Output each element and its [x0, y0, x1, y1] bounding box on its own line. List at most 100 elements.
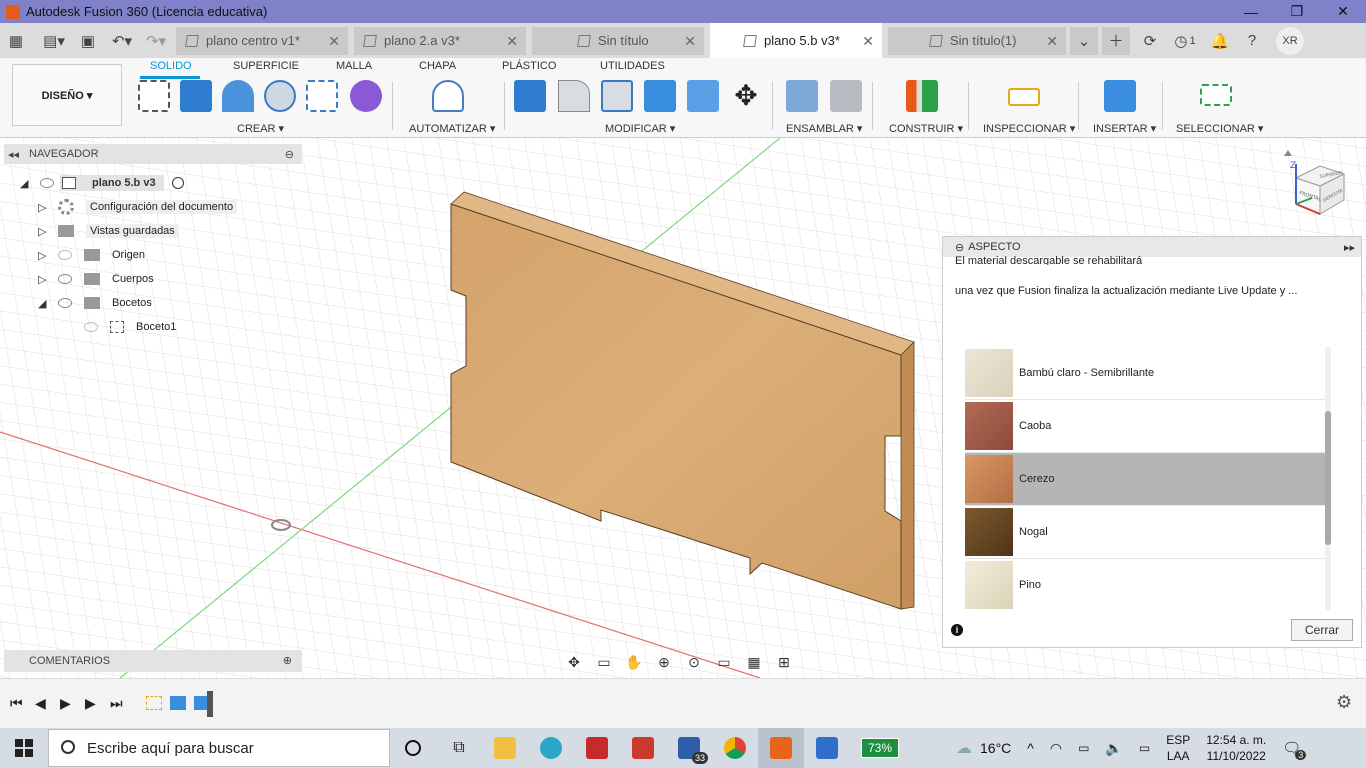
navigator-item-saved-views[interactable]: ▷ Vistas guardadas	[4, 219, 302, 243]
collapse-panel-icon[interactable]: ◂◂	[8, 148, 19, 161]
chrome-icon[interactable]	[712, 728, 758, 768]
close-window-button[interactable]: ✕	[1320, 0, 1366, 23]
material-item-bamboo[interactable]: Bambú claro - Semibrillante	[965, 347, 1325, 400]
file-menu-icon[interactable]: ▤▾	[40, 27, 68, 55]
press-pull-icon[interactable]	[514, 80, 546, 112]
hidden-eye-icon[interactable]	[58, 250, 72, 260]
material-item-walnut[interactable]: Nogal	[965, 506, 1325, 559]
mail-icon[interactable]: 33	[666, 728, 712, 768]
go-to-start-icon[interactable]: ⏮	[10, 695, 23, 712]
doc-tab[interactable]: Sin título ✕	[532, 26, 704, 55]
revolve-icon[interactable]	[222, 80, 254, 112]
doc-tab-active[interactable]: plano 5.b v3* ✕	[710, 23, 882, 58]
doc-tab[interactable]: plano centro v1* ✕	[176, 26, 348, 55]
extrude-icon[interactable]	[180, 80, 212, 112]
job-status-icon[interactable]: ◷ 1	[1166, 27, 1204, 55]
close-tab-icon[interactable]: ✕	[1046, 33, 1058, 50]
step-back-icon[interactable]: ◀	[35, 695, 46, 712]
joint-icon[interactable]	[830, 80, 862, 112]
view-cube[interactable]: Z SUPERIOR FRONTAL DERECHA	[1282, 148, 1354, 224]
create-sketch-icon[interactable]	[138, 80, 170, 112]
wifi-icon[interactable]: ◠	[1042, 740, 1070, 757]
viewports-icon[interactable]: ⊞	[772, 654, 796, 671]
edge-icon[interactable]	[528, 728, 574, 768]
file-explorer-icon[interactable]	[482, 728, 528, 768]
collapse-triangle-icon[interactable]: ◢	[20, 177, 34, 190]
new-tab-icon[interactable]: ＋	[1102, 26, 1130, 55]
acrobat-icon[interactable]	[620, 728, 666, 768]
close-tab-icon[interactable]: ✕	[862, 33, 874, 50]
cortana-icon[interactable]	[390, 728, 436, 768]
expand-panel-icon[interactable]: ▸▸	[1344, 241, 1355, 254]
material-item-mahogany[interactable]: Caoba	[965, 400, 1325, 453]
volume-icon[interactable]: 🔈	[1097, 740, 1130, 757]
minimize-panel-icon[interactable]: ⊖	[955, 241, 964, 254]
sync-icon[interactable]: ⟳	[1136, 27, 1164, 55]
insert-image-icon[interactable]	[1104, 80, 1136, 112]
group-automatizar[interactable]: AUTOMATIZAR ▾	[409, 122, 495, 135]
combine-icon[interactable]	[644, 80, 676, 112]
navigator-item-sketch1[interactable]: Boceto1	[4, 315, 302, 339]
form-icon[interactable]	[350, 80, 382, 112]
minimize-panel-icon[interactable]: ⊖	[285, 148, 294, 161]
timeline-marker[interactable]	[207, 691, 213, 717]
tab-chapa[interactable]: CHAPA	[419, 60, 456, 72]
pan-icon[interactable]: ✋	[622, 654, 646, 671]
help-icon[interactable]: ?	[1238, 27, 1266, 55]
visibility-eye-icon[interactable]	[58, 274, 72, 284]
office-reader-icon[interactable]	[574, 728, 620, 768]
fit-icon[interactable]: ⊙	[682, 654, 706, 671]
navigator-root-row[interactable]: ◢ plano 5.b v3	[4, 171, 302, 195]
navigator-item-origin[interactable]: ▷ Origen	[4, 243, 302, 267]
timeline-extrude-icon[interactable]	[170, 696, 186, 710]
save-icon[interactable]: ▣	[74, 27, 102, 55]
expand-triangle-icon[interactable]: ▷	[38, 273, 52, 286]
material-item-cherry[interactable]: Cerezo	[965, 453, 1325, 506]
maximize-button[interactable]: ❐	[1274, 0, 1320, 23]
home-icon[interactable]	[1284, 150, 1292, 156]
expand-triangle-icon[interactable]: ▷	[38, 201, 52, 214]
shell-icon[interactable]	[601, 80, 633, 112]
navigator-item-document-settings[interactable]: ▷ Configuración del documento	[4, 195, 302, 219]
undo-icon[interactable]: ↶▾	[108, 27, 136, 55]
expand-triangle-icon[interactable]: ▷	[38, 249, 52, 262]
measure-icon[interactable]	[1008, 88, 1040, 106]
new-component-icon[interactable]	[786, 80, 818, 112]
info-icon[interactable]: i	[951, 624, 963, 636]
minimize-button[interactable]: —	[1228, 0, 1274, 23]
look-at-icon[interactable]: ▭	[592, 654, 616, 671]
navigator-item-sketches[interactable]: ◢ Bocetos	[4, 291, 302, 315]
start-button[interactable]	[0, 728, 48, 768]
fusion360-taskbar-icon[interactable]	[758, 728, 804, 768]
tab-solido[interactable]: SOLIDO	[150, 60, 192, 72]
doc-tab[interactable]: Sin título(1) ✕	[888, 26, 1066, 55]
timeline-sketch-icon[interactable]	[146, 696, 162, 710]
collapse-triangle-icon[interactable]: ◢	[38, 297, 52, 310]
taskbar-search-box[interactable]: Escribe aquí para buscar	[48, 729, 390, 767]
weather-widget[interactable]: ☁ 16°C	[948, 738, 1019, 758]
fillet-icon[interactable]	[558, 80, 590, 112]
hole-icon[interactable]	[264, 80, 296, 112]
scrollbar-thumb[interactable]	[1325, 411, 1331, 545]
orbit-icon[interactable]: ✥	[562, 654, 586, 671]
visibility-eye-icon[interactable]	[40, 178, 54, 188]
material-item-pine[interactable]: Pino	[965, 559, 1325, 611]
redo-icon[interactable]: ↷▾	[142, 27, 170, 55]
group-ensamblar[interactable]: ENSAMBLAR ▾	[786, 122, 862, 135]
select-window-icon[interactable]	[1200, 84, 1232, 106]
tab-superficie[interactable]: SUPERFICIE	[233, 60, 299, 72]
expand-triangle-icon[interactable]: ▷	[38, 225, 52, 238]
tab-overflow-icon[interactable]: ⌄	[1070, 26, 1098, 55]
offset-plane-icon[interactable]	[906, 80, 938, 112]
close-tab-icon[interactable]: ✕	[684, 33, 696, 50]
go-to-end-icon[interactable]: ⏭	[110, 695, 123, 712]
battery-icon[interactable]: ▭	[1070, 741, 1097, 755]
task-view-icon[interactable]: ⧉	[436, 728, 482, 768]
power-icon[interactable]: ▭	[1131, 741, 1158, 755]
zoom-icon[interactable]: ⊕	[652, 654, 676, 671]
close-button[interactable]: Cerrar	[1291, 619, 1353, 641]
tab-plastico[interactable]: PLÁSTICO	[502, 60, 556, 72]
photos-icon[interactable]	[804, 728, 850, 768]
group-insertar[interactable]: INSERTAR ▾	[1093, 122, 1156, 135]
group-crear[interactable]: CREAR ▾	[237, 122, 284, 135]
